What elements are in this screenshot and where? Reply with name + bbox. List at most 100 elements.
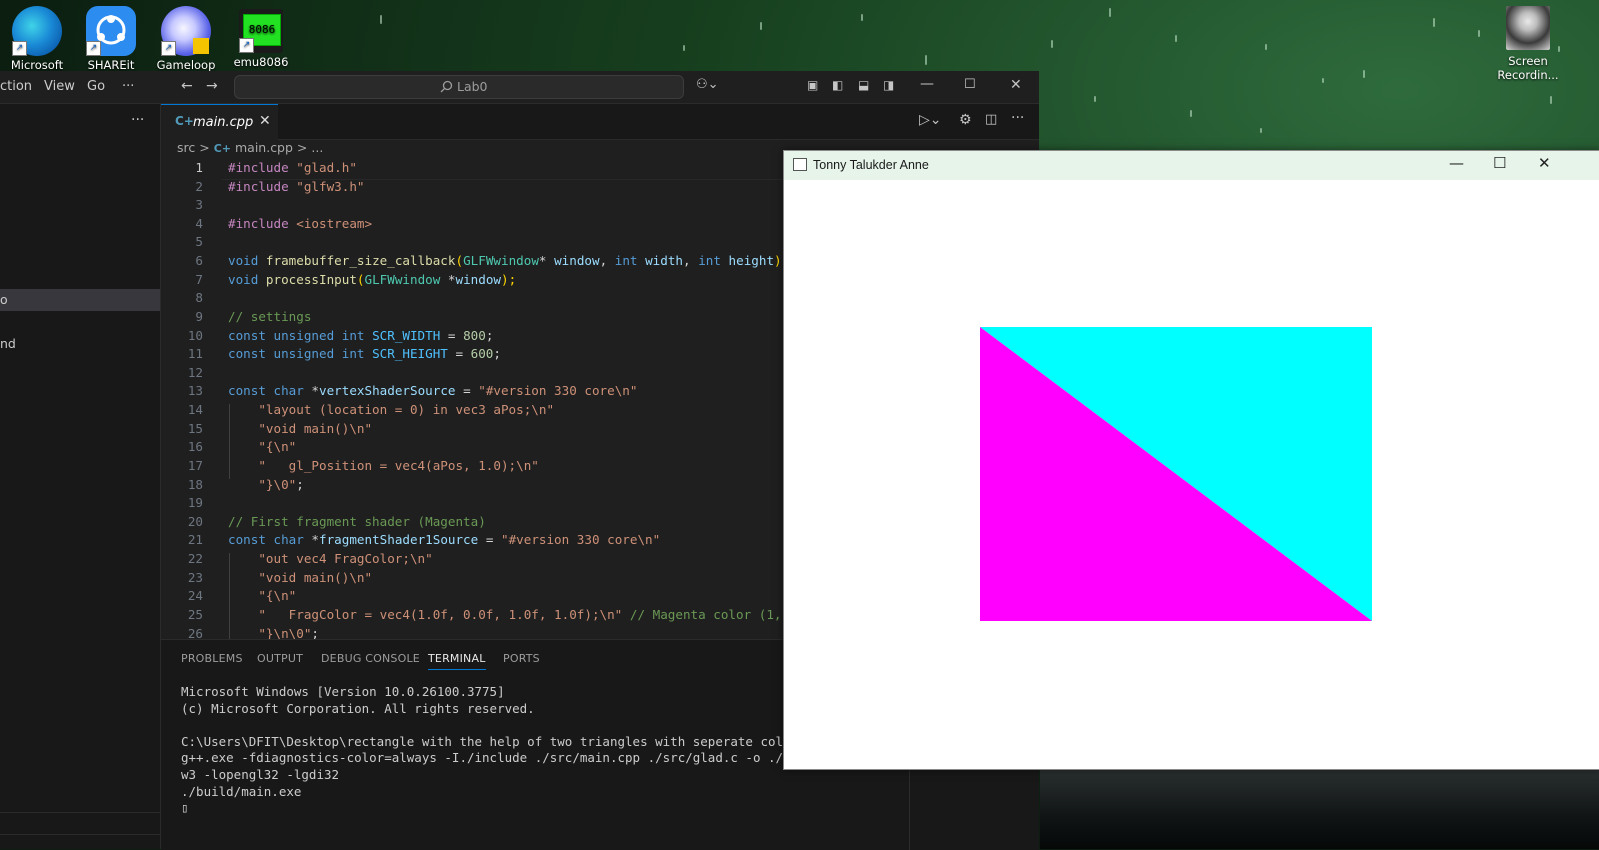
menu-view[interactable]: View [44, 79, 75, 94]
desktop-icon-screen-recording[interactable]: Screen Recordin... [1490, 6, 1566, 82]
tab-debug-console[interactable]: DEBUG CONSOLE [321, 652, 420, 665]
code-token: #include [228, 161, 297, 175]
chevron-right-icon: > [199, 140, 210, 155]
close-icon[interactable]: ✕ [1010, 77, 1022, 93]
explorer-sidebar: ··· o nd [0, 104, 161, 849]
title-bar: ction View Go ··· ← → Lab0 ⚇⌄ ▣ ◧ ⬓ ◨ — … [0, 71, 1039, 104]
line-number: 20 [187, 513, 203, 529]
raindrop [925, 55, 927, 65]
code-token: GLFWwindow [364, 271, 448, 287]
cpp-file-icon: C+ [213, 142, 231, 155]
tab-problems[interactable]: PROBLEMS [181, 652, 243, 665]
code-text: #include "glfw3.h" [228, 179, 365, 194]
breadcrumb-symbol[interactable]: ... [311, 140, 323, 155]
code-token: 800 [463, 327, 486, 343]
raindrop [1175, 35, 1177, 42]
back-arrow-icon[interactable]: ← [181, 78, 193, 94]
code-token: window [554, 253, 600, 269]
code-token: "out vec4 FragColor;\n" [228, 551, 433, 567]
line-number: 21 [187, 532, 203, 548]
code-token: = [455, 383, 479, 399]
code-token: ; [485, 327, 494, 343]
desktop-icon-gameloop[interactable]: ↗ Gameloop [149, 6, 223, 72]
code-token: // settings [228, 308, 312, 324]
raindrop [861, 14, 863, 21]
desktop-icon-label: Gameloop [156, 58, 216, 72]
line-number: 18 [187, 476, 203, 492]
desktop-icon-microsoft-edge[interactable]: ↗ Microsoft [0, 6, 74, 72]
code-token: "{\n" [228, 439, 297, 455]
tab-close-icon[interactable]: ✕ [259, 113, 271, 129]
gear-icon[interactable]: ⚙ [959, 112, 972, 128]
tab-label: main.cpp [193, 115, 254, 130]
line-number: 17 [187, 457, 203, 473]
code-token: const char [228, 383, 312, 399]
opengl-window: Tonny Talukder Anne — ☐ ✕ [783, 150, 1599, 770]
code-text: void framebuffer_size_callback(GLFWwindo… [228, 253, 789, 268]
maximize-icon[interactable]: ☐ [964, 77, 976, 92]
customize-layout-icon[interactable]: ▣ [807, 78, 818, 92]
run-debug-icon[interactable]: ▷⌄ [919, 112, 942, 128]
terminal-line: Microsoft Windows [Version 10.0.26100.37… [181, 684, 505, 699]
menu-more[interactable]: ··· [122, 79, 134, 94]
chip-icon: 8086 ↗ [239, 9, 283, 53]
line-number: 6 [195, 253, 203, 269]
search-icon [440, 80, 453, 93]
code-text: "out vec4 FragColor;\n" [228, 551, 433, 567]
code-token: "}\0" [228, 476, 297, 492]
gl-close-icon[interactable]: ✕ [1538, 154, 1551, 172]
line-number: 5 [195, 234, 203, 250]
line-number: 22 [187, 551, 203, 567]
split-editor-icon[interactable]: ◫ [985, 112, 997, 127]
menu-go[interactable]: Go [87, 79, 105, 94]
code-token: "{\n" [228, 588, 297, 604]
code-token: ); [501, 271, 517, 287]
code-token: "layout (location = 0) in vec3 aPos;\n" [228, 402, 555, 418]
code-token: , [599, 253, 615, 269]
code-token: ; [493, 346, 501, 362]
explorer-selected-row[interactable]: o [0, 289, 160, 311]
code-text: // First fragment shader (Magenta) [228, 514, 486, 529]
forward-arrow-icon[interactable]: → [206, 78, 218, 94]
code-token: SCR_WIDTH [372, 327, 441, 343]
code-token: #include [228, 178, 297, 194]
tab-terminal[interactable]: TERMINAL [428, 652, 486, 670]
line-number: 19 [187, 495, 203, 511]
editor-more-icon[interactable]: ··· [1011, 110, 1024, 126]
menu-selection[interactable]: ction [0, 79, 32, 94]
command-center-search[interactable]: Lab0 [234, 75, 684, 99]
line-number: 7 [195, 271, 203, 287]
gl-canvas [980, 327, 1372, 621]
desktop-icon-shareit[interactable]: ↗ SHAREit [74, 6, 148, 72]
tab-main-cpp[interactable]: C+ main.cpp ✕ [161, 104, 278, 140]
breadcrumb-folder[interactable]: src [177, 140, 195, 155]
code-text: "{\n" [228, 588, 296, 603]
code-token: = [478, 532, 501, 548]
breadcrumb-file[interactable]: main.cpp [235, 140, 293, 155]
line-number: 9 [195, 308, 203, 324]
raindrop [1363, 70, 1365, 78]
copilot-icon[interactable]: ⚇⌄ [696, 77, 719, 92]
minimize-icon[interactable]: — [920, 76, 934, 92]
toggle-secondary-sidebar-icon[interactable]: ◨ [883, 78, 894, 92]
desktop-icon-emu8086[interactable]: 8086 ↗ emu8086 [224, 6, 298, 69]
code-text: #include "glad.h" [228, 161, 357, 175]
shortcut-arrow-icon: ↗ [86, 41, 101, 56]
sidebar-divider [0, 834, 160, 835]
toggle-panel-icon[interactable]: ⬓ [858, 78, 869, 92]
desktop-icon-label: Microsoft [10, 58, 64, 72]
code-token: fragmentShader1Source [319, 532, 479, 548]
tab-output[interactable]: OUTPUT [257, 652, 303, 665]
code-token: = [447, 346, 471, 362]
desktop-icon-label-line2: Recordin... [1497, 68, 1559, 82]
gl-maximize-icon[interactable]: ☐ [1493, 154, 1506, 172]
gl-minimize-icon[interactable]: — [1449, 154, 1464, 172]
code-text: const unsigned int SCR_WIDTH = 800; [228, 328, 493, 343]
explorer-item-label-2[interactable]: nd [0, 336, 16, 351]
sidebar-more-icon[interactable]: ··· [131, 112, 144, 128]
line-number: 26 [187, 625, 203, 640]
toggle-primary-sidebar-icon[interactable]: ◧ [832, 78, 843, 92]
tab-ports[interactable]: PORTS [503, 652, 540, 665]
gl-title-bar[interactable]: Tonny Talukder Anne — ☐ ✕ [784, 151, 1599, 180]
line-number: 11 [187, 346, 203, 362]
